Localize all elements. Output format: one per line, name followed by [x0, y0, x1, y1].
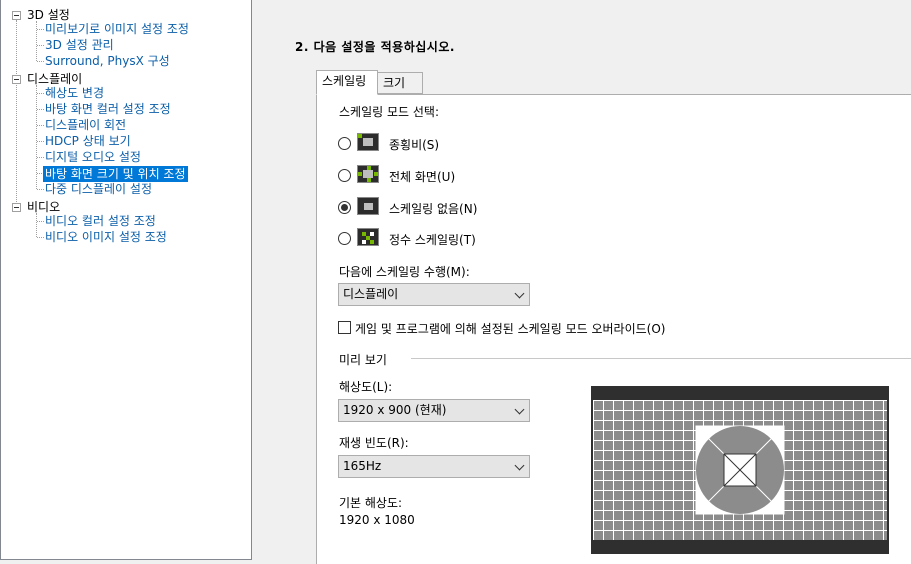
resolution-dropdown[interactable]: 1920 x 900 (현재) [338, 399, 530, 422]
tree-item-desktop-size-position[interactable]: 바탕 화면 크기 및 위치 조정 [43, 166, 188, 182]
tree-item-surround-physx[interactable]: Surround, PhysX 구성 [43, 53, 172, 69]
tree-connector [16, 20, 17, 208]
refresh-value: 165Hz [343, 459, 382, 473]
resolution-value: 1920 x 900 (현재) [343, 403, 447, 417]
tree-item-digital-audio[interactable]: 디지털 오디오 설정 [43, 149, 143, 165]
mode-label-aspect-ratio[interactable]: 종횡비(S) [389, 136, 439, 153]
refresh-dropdown[interactable]: 165Hz [338, 455, 530, 478]
splitter[interactable] [254, 0, 276, 564]
mode-label-full-screen[interactable]: 전체 화면(U) [389, 168, 455, 185]
group-divider [411, 358, 911, 359]
tree-item-change-resolution[interactable]: 해상도 변경 [43, 85, 106, 101]
resolution-label: 해상도(L): [339, 380, 393, 394]
tree-item-manage-3d-settings[interactable]: 3D 설정 관리 [43, 37, 116, 53]
tree-item-video-image[interactable]: 비디오 이미지 설정 조정 [43, 229, 169, 245]
perform-on-label: 다음에 스케일링 수행(M): [339, 265, 470, 279]
native-resolution-value: 1920 x 1080 [339, 513, 415, 527]
tree-connector [36, 21, 37, 61]
radio-integer-scaling[interactable] [338, 232, 351, 245]
mode-label-integer-scaling[interactable]: 정수 스케일링(T) [389, 231, 476, 248]
tab-scaling[interactable]: 스케일링 [316, 70, 378, 95]
chevron-down-icon [514, 460, 525, 471]
native-resolution-label: 기본 해상도: [339, 496, 403, 510]
navigation-tree[interactable]: 3D 설정 미리보기로 이미지 설정 조정 3D 설정 관리 Surround,… [0, 0, 252, 560]
radio-full-screen[interactable] [338, 169, 351, 182]
override-checkbox[interactable] [338, 321, 351, 334]
tree-item-rotate-display[interactable]: 디스플레이 회전 [43, 117, 128, 133]
collapse-icon[interactable] [12, 75, 21, 84]
scaling-mode-label: 스케일링 모드 선택: [339, 105, 439, 119]
chevron-down-icon [514, 288, 525, 299]
tree-item-desktop-color[interactable]: 바탕 화면 컬러 설정 조정 [43, 101, 173, 117]
radio-no-scaling[interactable] [338, 201, 351, 214]
integer-scaling-icon [357, 228, 379, 246]
collapse-icon[interactable] [12, 11, 21, 20]
no-scaling-icon [357, 197, 379, 215]
full-screen-icon [357, 165, 379, 183]
refresh-label: 재생 빈도(R): [339, 436, 409, 450]
preview-group-label: 미리 보기 [339, 353, 387, 367]
step-title: 2. 다음 설정을 적용하십시오. [295, 40, 455, 54]
aspect-ratio-icon [357, 133, 379, 151]
override-label[interactable]: 게임 및 프로그램에 의해 설정된 스케일링 모드 오버라이드(O) [355, 320, 665, 337]
tree-connector [36, 213, 37, 237]
tree-item-video-color[interactable]: 비디오 컬러 설정 조정 [43, 213, 158, 229]
scaling-preview [591, 386, 889, 554]
perform-on-dropdown[interactable]: 디스플레이 [338, 283, 530, 306]
collapse-icon[interactable] [12, 203, 21, 212]
chevron-down-icon [514, 404, 525, 415]
perform-on-value: 디스플레이 [343, 287, 399, 301]
tree-item-multiple-displays[interactable]: 다중 디스플레이 설정 [43, 181, 154, 197]
radio-aspect-ratio[interactable] [338, 137, 351, 150]
tab-size[interactable]: 크기 [377, 72, 423, 94]
tree-item-preview-image-settings[interactable]: 미리보기로 이미지 설정 조정 [43, 21, 191, 37]
preview-test-pattern [695, 425, 785, 515]
mode-label-no-scaling[interactable]: 스케일링 없음(N) [389, 200, 477, 217]
tree-item-hdcp-status[interactable]: HDCP 상태 보기 [43, 133, 133, 149]
